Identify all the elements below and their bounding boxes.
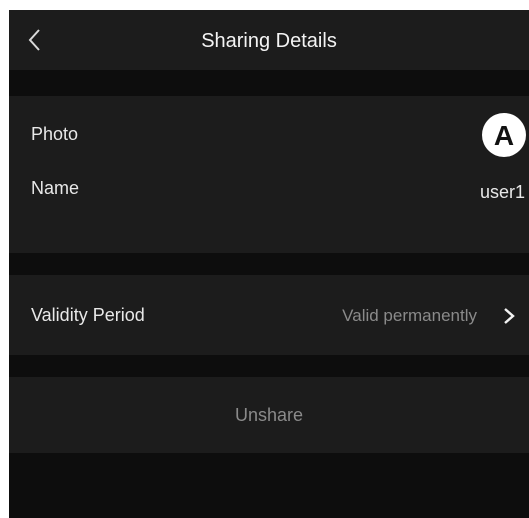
validity-period-value: Valid permanently bbox=[342, 306, 477, 325]
validity-period-label: Validity Period bbox=[31, 305, 145, 325]
chevron-right-icon bbox=[504, 308, 515, 324]
avatar: A bbox=[482, 113, 526, 157]
page-title: Sharing Details bbox=[201, 30, 337, 52]
profile-section: Photo A Name user1 bbox=[9, 96, 529, 253]
avatar-letter: A bbox=[493, 119, 515, 151]
sharing-details-screen: Sharing Details Photo A Name user1 Valid… bbox=[9, 10, 529, 518]
name-label: Name bbox=[31, 178, 80, 198]
unshare-button[interactable]: Unshare bbox=[9, 377, 529, 453]
name-value: user1 bbox=[479, 182, 525, 202]
photo-label: Photo bbox=[31, 124, 79, 144]
validity-period-row[interactable]: Validity Period Valid permanently bbox=[9, 275, 529, 355]
header-bar: Sharing Details bbox=[9, 10, 529, 70]
